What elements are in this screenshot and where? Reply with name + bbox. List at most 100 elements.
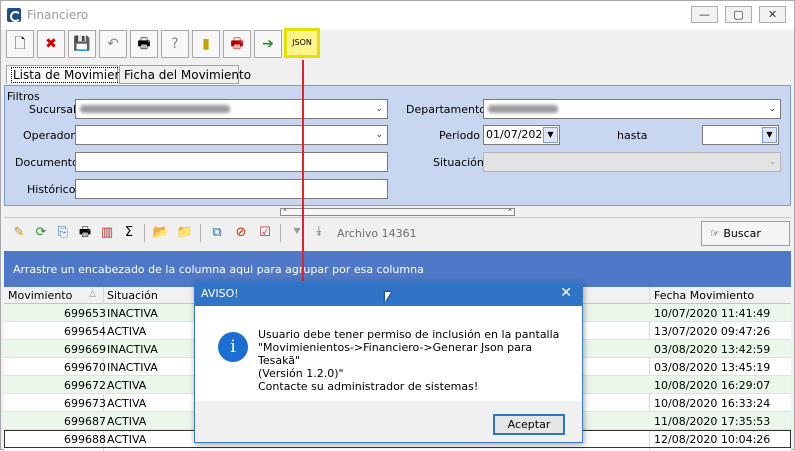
brush-icon[interactable]: ✎ [10, 224, 28, 242]
cell-fecha: 03/08/2020 13:45:19 [654, 361, 771, 374]
copy-icon[interactable]: ⧉ [208, 224, 226, 242]
chevron-down-icon: ⌄ [768, 157, 776, 167]
move-bottom-icon[interactable]: ⯯ [310, 224, 328, 242]
cell-fecha: 10/08/2020 16:29:07 [654, 379, 771, 392]
generate-json-button[interactable]: JSON [284, 28, 320, 58]
cell-situacion: INACTIVA [107, 307, 158, 320]
checklist-icon[interactable]: ☑ [256, 224, 274, 242]
chevron-up-icon: ⌃ [282, 208, 288, 216]
header-situacion[interactable]: Situación [107, 289, 158, 302]
header-fecha-movimiento[interactable]: Fecha Movimiento [654, 289, 754, 302]
calendar-dropdown-icon[interactable]: ▼ [762, 127, 777, 143]
cell-situacion: ACTIVA [107, 415, 147, 428]
cell-situacion: ACTIVA [107, 397, 147, 410]
dialog-message: Usuario debe tener permiso de inclusión … [258, 328, 568, 393]
open-folder-icon[interactable]: 📂 [152, 224, 170, 242]
exit-door-icon: ▮ [202, 36, 210, 52]
title-bar: Financiero — ▢ ✕ [1, 1, 794, 30]
exit-button[interactable]: ▮ [192, 30, 220, 58]
cell-situacion: INACTIVA [107, 361, 158, 374]
situacion-select[interactable]: ⌄ [483, 152, 781, 172]
print-icon[interactable]: 🖶 [76, 224, 94, 242]
filters-group-label: Filtros [7, 90, 40, 103]
cell-movimiento: 699687 [64, 415, 106, 428]
cell-fecha: 11/08/2020 17:35:53 [654, 415, 771, 428]
save-button[interactable]: 💾 [68, 30, 96, 58]
cell-fecha: 03/08/2020 13:42:59 [654, 343, 771, 356]
message-line: "Movimienientos->Financiero->Generar Jso… [258, 341, 533, 367]
maximize-button[interactable]: ▢ [725, 6, 752, 23]
export-icon: ➔ [262, 36, 274, 52]
chevron-down-icon: ⌄ [375, 130, 383, 140]
periodo-from-date[interactable]: 01/07/2020 ▼ [483, 125, 560, 145]
save-icon: 💾 [73, 36, 91, 52]
header-movimiento[interactable]: Movimiento [8, 289, 72, 302]
delete-button[interactable]: ✖ [37, 30, 65, 58]
documento-input[interactable] [75, 152, 388, 172]
app-icon [7, 8, 21, 22]
sucursal-select[interactable]: ⌄ [75, 99, 388, 119]
operador-label: Operador [23, 129, 75, 142]
cell-movimiento: 699653 [64, 307, 106, 320]
refresh-icon[interactable]: ⟳ [32, 224, 50, 242]
chevron-up-icon: ⌃ [507, 208, 513, 216]
export-doc-icon[interactable]: ⎘ [54, 224, 72, 242]
archivo-label: Archivo 14361 [337, 227, 417, 240]
cell-fecha: 10/08/2020 16:33:24 [654, 397, 771, 410]
cancel-icon[interactable]: ⊘ [232, 224, 250, 242]
info-icon: i [218, 332, 248, 362]
periodo-label: Periodo [439, 129, 481, 142]
departamento-select[interactable]: ⌄ [483, 99, 781, 119]
annotation-arrow-line [302, 60, 304, 288]
historico-label: Histórico [27, 183, 76, 196]
undo-icon: ↶ [107, 36, 119, 52]
departamento-value-redacted [488, 105, 558, 113]
print-red-icon: 🖶 [230, 36, 244, 52]
filters-splitter[interactable]: ⌃ ⌃ [280, 208, 515, 216]
aceptar-button[interactable]: Aceptar [493, 414, 565, 435]
financiero-window: Financiero — ▢ ✕ 🗋 ✖ 💾 ↶ 🖶 ? ▮ 🖶 ➔ JSON … [0, 0, 795, 451]
calendar-dropdown-icon[interactable]: ▼ [543, 127, 558, 143]
cell-movimiento: 699670 [64, 361, 106, 374]
message-line: Contacte su administrador de sistemas! [258, 380, 479, 393]
buscar-button[interactable]: ☞ Buscar [701, 221, 790, 246]
cell-movimiento: 699654 [64, 325, 106, 338]
search-icon: ☞ [710, 227, 724, 240]
help-icon: ? [171, 36, 179, 52]
print-button[interactable]: 🖶 [130, 30, 158, 58]
hasta-label: hasta [617, 129, 648, 142]
periodo-to-date[interactable]: ▼ [702, 125, 779, 145]
cell-fecha: 12/08/2020 10:04:26 [654, 433, 771, 446]
json-icon: JSON [292, 38, 312, 47]
minimize-button[interactable]: — [691, 6, 718, 23]
undo-button[interactable]: ↶ [99, 30, 127, 58]
departamento-label: Departamento [406, 103, 487, 116]
message-line: (Versión 1.2.0)" [258, 367, 344, 380]
help-button[interactable]: ? [161, 30, 189, 58]
documento-label: Documento [15, 156, 79, 169]
chevron-down-icon: ⌄ [768, 104, 776, 114]
cell-movimiento: 699688 [64, 433, 106, 446]
window-title: Financiero [27, 8, 89, 22]
print-icon: 🖶 [137, 36, 151, 52]
operador-select[interactable]: ⌄ [75, 125, 388, 145]
export-button[interactable]: ➔ [254, 30, 282, 58]
tab-ficha-movimiento[interactable]: Ficha del Movimiento [119, 65, 251, 84]
dialog-close-icon[interactable]: ✕ [560, 285, 572, 301]
sucursal-label: Sucursal [29, 103, 77, 116]
list-toolbar: ✎ ⟳ ⎘ 🖶 ▥ Σ 📂 📁 ⧉ ⊘ ☑ ⯆ ⯯ Archivo 14361 … [4, 217, 791, 249]
cell-situacion: INACTIVA [107, 343, 158, 356]
sum-icon[interactable]: Σ [120, 224, 138, 242]
separator [144, 224, 145, 242]
separator [280, 224, 281, 242]
tab-lista-movimientos[interactable]: Lista de Movimientos [6, 65, 143, 84]
columns-icon[interactable]: ▥ [98, 224, 116, 242]
new-button[interactable]: 🗋 [6, 30, 34, 58]
cell-situacion: ACTIVA [107, 379, 147, 392]
periodo-from-value: 01/07/2020 [486, 128, 550, 141]
cell-situacion: ACTIVA [107, 325, 147, 338]
folder-icon[interactable]: 📁 [176, 224, 194, 242]
close-button[interactable]: ✕ [759, 6, 786, 23]
historico-input[interactable] [75, 179, 388, 199]
print-report-button[interactable]: 🖶 [223, 30, 251, 58]
